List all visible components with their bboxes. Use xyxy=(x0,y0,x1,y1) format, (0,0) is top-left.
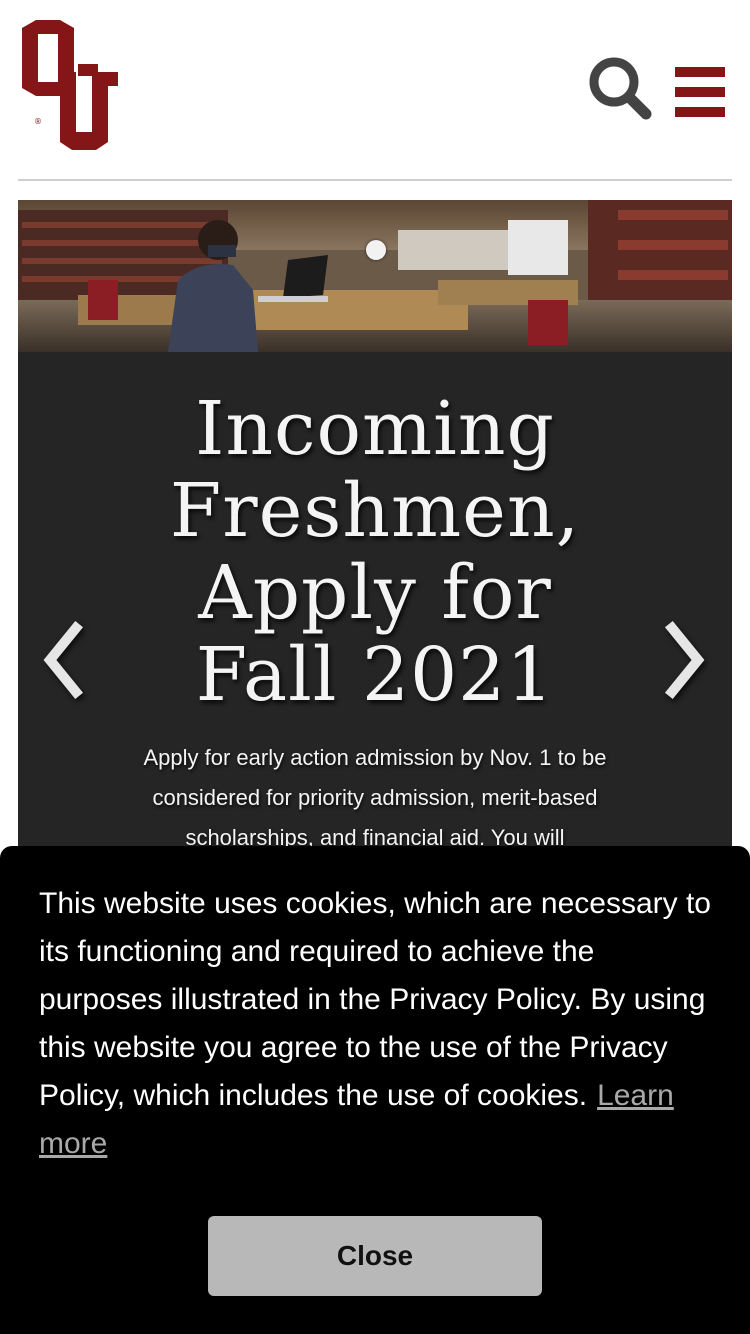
site-header: ® xyxy=(0,0,750,181)
menu-bar-bottom xyxy=(675,107,725,117)
cookie-consent-banner: This website uses cookies, which are nec… xyxy=(0,846,750,1334)
slide-indicator-active[interactable] xyxy=(366,240,386,260)
page: ® Incoming Freshmen, Apply for Fall 2021… xyxy=(0,0,750,1334)
slide-description: Apply for early action admission by Nov.… xyxy=(143,745,607,850)
cookie-close-button[interactable]: Close xyxy=(208,1216,542,1296)
cookie-message: This website uses cookies, which are nec… xyxy=(39,880,719,1168)
carousel-prev-button[interactable] xyxy=(26,590,96,730)
search-icon xyxy=(589,57,652,120)
carousel-next-button[interactable] xyxy=(652,590,722,730)
slide-title: Incoming Freshmen, Apply for Fall 2021 xyxy=(169,386,581,718)
chevron-right-icon xyxy=(664,620,705,700)
menu-bar-top xyxy=(675,67,725,77)
menu-bar-middle xyxy=(675,87,725,97)
hero-carousel: Incoming Freshmen, Apply for Fall 2021 A… xyxy=(18,200,732,900)
chevron-left-icon xyxy=(43,620,84,700)
library-reading-room-image xyxy=(18,200,732,352)
hero-image xyxy=(18,200,732,352)
header-divider xyxy=(18,179,732,181)
menu-button[interactable] xyxy=(672,64,728,120)
ou-logo-icon: ® xyxy=(22,20,118,150)
ou-logo[interactable]: ® xyxy=(18,20,118,150)
svg-text:®: ® xyxy=(34,117,42,126)
search-button[interactable] xyxy=(586,54,656,124)
